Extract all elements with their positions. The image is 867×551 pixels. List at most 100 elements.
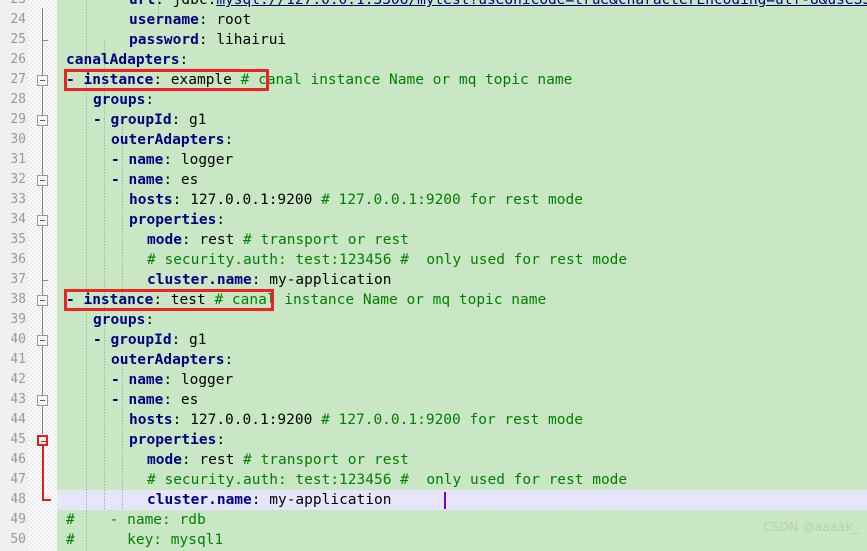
- line-number: 34: [10, 212, 26, 227]
- fold-collapse-icon-active[interactable]: [37, 435, 48, 446]
- code-line[interactable]: - instance: test # canal instance Name o…: [66, 290, 546, 310]
- code-line[interactable]: mode: rest # transport or rest: [147, 450, 409, 470]
- code-line[interactable]: - groupId: g1: [93, 110, 207, 130]
- code-line[interactable]: properties:: [129, 430, 225, 450]
- line-number: 40: [10, 332, 26, 347]
- fold-collapse-icon[interactable]: [37, 115, 48, 126]
- line-number-gutter: 23 24 25 26 27 28 29 30 31 32 33 34 35 36 37 38 39 40 41 42…: [0, 0, 28, 551]
- code-line[interactable]: outerAdapters:: [111, 130, 233, 150]
- fold-collapse-icon[interactable]: [37, 295, 48, 306]
- code-token-k: name: [128, 152, 164, 168]
- code-folding-strip[interactable]: [28, 0, 57, 551]
- code-token-k: instance: [83, 72, 154, 88]
- code-token-c: # security.auth: test:123456 # only used…: [147, 472, 628, 488]
- code-token-p: :: [163, 152, 181, 168]
- code-line[interactable]: mode: rest # transport or rest: [147, 230, 409, 250]
- line-number: 37: [10, 272, 26, 287]
- line-number: 25: [10, 32, 26, 47]
- code-line[interactable]: # - name: rdb: [66, 510, 206, 530]
- code-token-p: :: [181, 452, 200, 468]
- code-token-k: name: [128, 372, 164, 388]
- code-token-k: mode: [147, 232, 182, 248]
- code-token-c: # transport or rest: [243, 452, 409, 468]
- code-token-k: cluster.name: [147, 492, 252, 508]
- code-editor[interactable]: url: jdbc:mysql://127.0.0.1:3306/mytest?…: [0, 0, 867, 551]
- code-line[interactable]: cluster.name: my-application: [147, 490, 391, 510]
- code-line[interactable]: hosts: 127.0.0.1:9200 # 127.0.0.1:9200 f…: [129, 190, 583, 210]
- code-token-d: -: [66, 292, 84, 308]
- code-token-v: example: [170, 72, 241, 88]
- code-line[interactable]: # key: mysql1: [66, 530, 223, 550]
- code-line[interactable]: - name: es: [111, 170, 198, 190]
- code-token-c: # canal instance Name or mq topic name: [240, 72, 573, 88]
- line-number: 42: [10, 372, 26, 387]
- code-token-p: :: [198, 32, 217, 48]
- code-token-p: :: [251, 272, 270, 288]
- code-line-background: [57, 90, 867, 110]
- fold-collapse-icon[interactable]: [37, 335, 48, 346]
- code-line[interactable]: password: lihairui: [129, 30, 286, 50]
- code-token-p: :: [172, 412, 191, 428]
- code-line[interactable]: groups:: [93, 310, 154, 330]
- code-token-v: 127.0.0.1:9200: [190, 192, 322, 208]
- code-token-v: 127.0.0.1:9200: [190, 412, 322, 428]
- code-token-p: :: [153, 292, 171, 308]
- text-caret: [444, 492, 446, 509]
- code-token-v: g1: [189, 112, 207, 128]
- code-line[interactable]: url: jdbc:mysql://127.0.0.1:3306/mytest?…: [129, 0, 867, 10]
- fold-collapse-icon[interactable]: [37, 75, 48, 86]
- code-token-v: test: [170, 292, 215, 308]
- line-number: 36: [10, 252, 26, 267]
- code-token-v: jdbc:: [172, 0, 217, 8]
- fold-collapse-icon[interactable]: [37, 395, 48, 406]
- code-token-c: # 127.0.0.1:9200 for rest mode: [321, 412, 583, 428]
- code-token-v: g1: [189, 332, 207, 348]
- code-line[interactable]: cluster.name: my-application: [147, 270, 391, 290]
- code-token-k: name: [128, 172, 164, 188]
- code-token-v: rest: [199, 452, 244, 468]
- code-line[interactable]: canalAdapters:: [66, 50, 188, 70]
- line-number: 29: [10, 112, 26, 127]
- code-token-k: groups: [93, 312, 146, 328]
- code-line[interactable]: outerAdapters:: [111, 350, 233, 370]
- code-text-area[interactable]: url: jdbc:mysql://127.0.0.1:3306/mytest?…: [57, 0, 867, 551]
- code-line[interactable]: - name: logger: [111, 150, 233, 170]
- code-token-c: # - name: rdb: [66, 512, 206, 528]
- code-token-v: rest: [199, 232, 244, 248]
- code-token-d: -: [93, 332, 111, 348]
- code-token-p: :: [171, 332, 190, 348]
- code-line[interactable]: - groupId: g1: [93, 330, 207, 350]
- code-line[interactable]: - name: logger: [111, 370, 233, 390]
- code-line[interactable]: - instance: example # canal instance Nam…: [66, 70, 572, 90]
- code-token-k: groups: [93, 92, 146, 108]
- code-line[interactable]: username: root: [129, 10, 251, 30]
- code-token-p: :: [198, 12, 217, 28]
- code-line[interactable]: # security.auth: test:123456 # only used…: [147, 470, 627, 490]
- line-number: 46: [10, 452, 26, 467]
- code-line[interactable]: properties:: [129, 210, 225, 230]
- code-token-p: :: [216, 212, 226, 228]
- code-line[interactable]: hosts: 127.0.0.1:9200 # 127.0.0.1:9200 f…: [129, 410, 583, 430]
- code-token-d: -: [93, 112, 111, 128]
- code-token-v: logger: [180, 152, 234, 168]
- code-token-k: username: [129, 12, 199, 28]
- code-token-c: # 127.0.0.1:9200 for rest mode: [321, 192, 583, 208]
- line-number: 49: [10, 512, 26, 527]
- code-token-v: my-application: [269, 492, 392, 508]
- code-token-p: :: [163, 392, 181, 408]
- code-token-p: :: [145, 92, 155, 108]
- fold-collapse-icon[interactable]: [37, 175, 48, 186]
- code-token-k: password: [129, 32, 199, 48]
- code-token-d: -: [111, 392, 129, 408]
- code-token-k: cluster.name: [147, 272, 252, 288]
- line-number: 30: [10, 132, 26, 147]
- code-token-p: :: [155, 0, 173, 8]
- code-token-k: properties: [129, 432, 217, 448]
- line-number: 41: [10, 352, 26, 367]
- code-token-k: groupId: [110, 112, 172, 128]
- fold-collapse-icon[interactable]: [37, 215, 48, 226]
- code-line[interactable]: groups:: [93, 90, 154, 110]
- code-line[interactable]: # security.auth: test:123456 # only used…: [147, 250, 627, 270]
- code-token-c: # security.auth: test:123456 # only used…: [147, 252, 628, 268]
- code-line[interactable]: - name: es: [111, 390, 198, 410]
